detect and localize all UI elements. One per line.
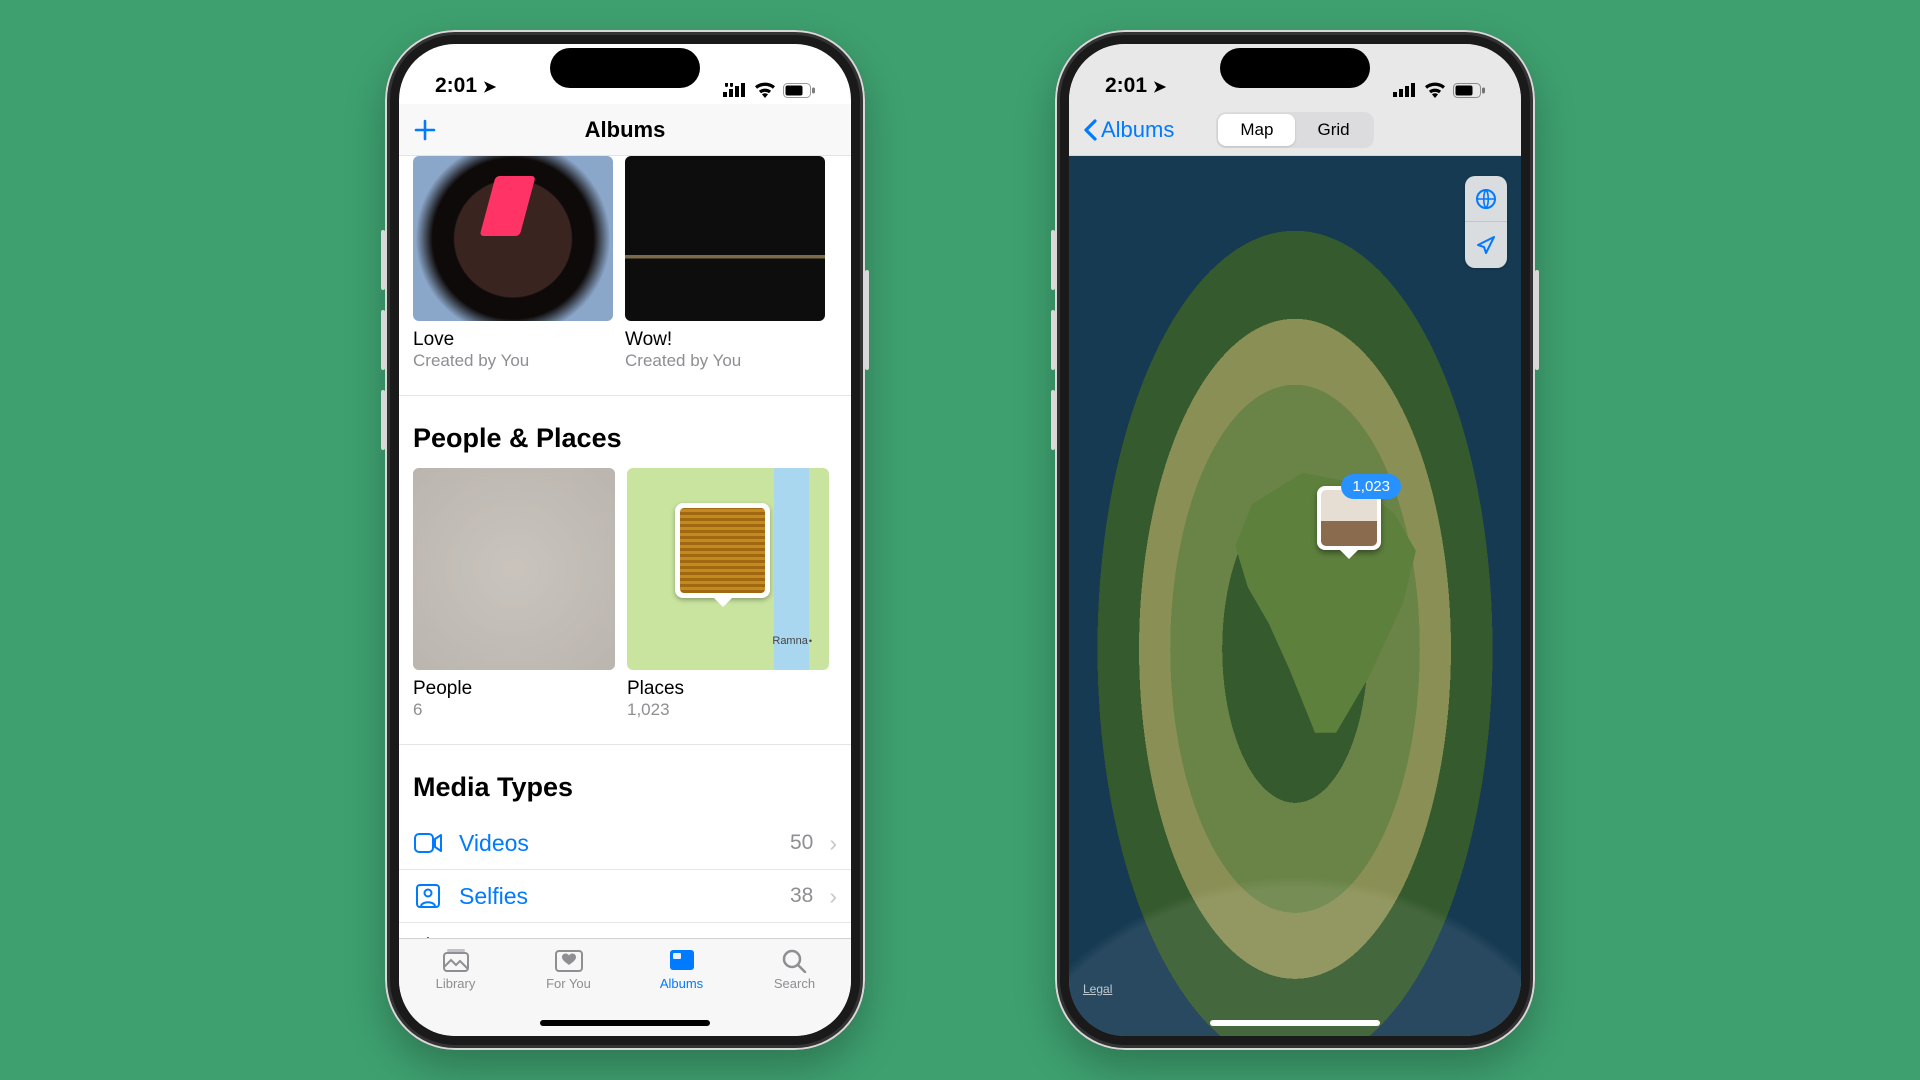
media-type-label: Selfies xyxy=(459,883,774,910)
location-arrow-icon: ➤ xyxy=(1153,77,1166,97)
media-type-videos[interactable]: Videos 50 › xyxy=(399,817,851,870)
dynamic-island xyxy=(550,48,700,88)
home-indicator[interactable] xyxy=(1210,1020,1380,1026)
my-albums-row[interactable]: Love Created by You Wow! Created by You … xyxy=(413,156,837,371)
tab-bar: Library For You Albums Search xyxy=(399,938,851,1036)
locate-me-button[interactable] xyxy=(1465,222,1507,268)
status-time: 2:01 xyxy=(435,74,477,97)
tab-label: For You xyxy=(546,976,591,991)
segment-grid[interactable]: Grid xyxy=(1295,114,1371,146)
photo-cluster-pin[interactable]: 1,023 xyxy=(1317,486,1381,550)
tab-search[interactable]: Search xyxy=(755,947,835,1036)
cellular-icon xyxy=(1393,83,1417,97)
places-thumb: Ramna xyxy=(627,468,829,670)
albums-content[interactable]: Love Created by You Wow! Created by You … xyxy=(399,156,851,938)
places-count: 1,023 xyxy=(627,700,829,720)
album-subtitle: Created by You xyxy=(413,351,613,371)
media-type-count: 38 xyxy=(790,884,813,908)
navbar-albums: Albums xyxy=(399,104,851,156)
video-icon xyxy=(413,833,443,853)
people-thumb xyxy=(413,468,615,670)
location-arrow-icon: ➤ xyxy=(483,77,496,97)
section-people-places: People & Places xyxy=(413,423,837,454)
navbar-places: Albums Map Grid xyxy=(1069,104,1521,156)
album-thumb xyxy=(413,156,613,321)
places-album[interactable]: Ramna Places 1,023 xyxy=(627,468,829,720)
dynamic-island xyxy=(1220,48,1370,88)
screen-left: 2:01 ➤ Albums Love Created b xyxy=(399,44,851,1036)
album-wow[interactable]: Wow! Created by You xyxy=(625,156,825,371)
map-legal-link[interactable]: Legal xyxy=(1083,982,1112,996)
wifi-icon xyxy=(1424,82,1446,98)
places-title: Places xyxy=(627,678,829,700)
cluster-count-badge: 1,023 xyxy=(1341,474,1401,499)
battery-icon xyxy=(1453,83,1485,98)
section-media-types: Media Types xyxy=(413,772,837,803)
divider xyxy=(399,744,851,745)
album-subtitle: Created by You xyxy=(625,351,825,371)
wifi-icon xyxy=(754,82,776,98)
location-icon xyxy=(1476,235,1496,255)
home-indicator[interactable] xyxy=(540,1020,710,1026)
back-button[interactable]: Albums xyxy=(1069,104,1188,155)
map-view[interactable]: 1,023 Legal xyxy=(1069,156,1521,1036)
album-title: Wow! xyxy=(625,329,825,351)
add-album-button[interactable] xyxy=(399,104,451,155)
view-toggle: Map Grid xyxy=(1216,112,1373,148)
phone-frame-left: 2:01 ➤ Albums Love Created b xyxy=(385,30,865,1050)
map-controls xyxy=(1465,176,1507,268)
battery-icon xyxy=(783,83,815,98)
media-type-label: Videos xyxy=(459,830,774,857)
media-type-live-photos[interactable]: Live Photos 17 › xyxy=(399,923,851,938)
media-type-selfies[interactable]: Selfies 38 › xyxy=(399,870,851,923)
album-title: Love xyxy=(413,329,613,351)
tab-library[interactable]: Library xyxy=(416,947,496,1036)
album-love[interactable]: Love Created by You xyxy=(413,156,613,371)
tab-label: Library xyxy=(436,976,476,991)
selfie-icon xyxy=(413,884,443,908)
map-place-label: Ramna xyxy=(772,635,812,647)
tab-label: Search xyxy=(774,976,815,991)
chevron-right-icon: › xyxy=(829,830,837,857)
albums-icon xyxy=(667,947,697,973)
globe-icon xyxy=(1475,188,1497,210)
search-icon xyxy=(780,947,810,973)
segment-map[interactable]: Map xyxy=(1218,114,1295,146)
people-album[interactable]: People 6 xyxy=(413,468,615,720)
for-you-icon xyxy=(554,947,584,973)
chevron-right-icon: › xyxy=(829,883,837,910)
people-count: 6 xyxy=(413,700,615,720)
map-pin-icon xyxy=(675,503,770,598)
album-thumb xyxy=(625,156,825,321)
people-title: People xyxy=(413,678,615,700)
status-icons xyxy=(723,82,815,98)
status-icons xyxy=(1393,82,1485,98)
media-type-count: 50 xyxy=(790,831,813,855)
navbar-title: Albums xyxy=(585,117,666,143)
plus-icon xyxy=(413,118,437,142)
tab-label: Albums xyxy=(660,976,703,991)
screen-right: 2:01 ➤ Albums Map Grid xyxy=(1069,44,1521,1036)
back-label: Albums xyxy=(1101,117,1174,143)
chevron-left-icon xyxy=(1083,119,1098,141)
library-icon xyxy=(441,947,471,973)
phone-frame-right: 2:01 ➤ Albums Map Grid xyxy=(1055,30,1535,1050)
divider xyxy=(399,395,851,396)
map-style-button[interactable] xyxy=(1465,176,1507,222)
cellular-icon xyxy=(723,83,747,97)
status-time: 2:01 xyxy=(1105,74,1147,97)
